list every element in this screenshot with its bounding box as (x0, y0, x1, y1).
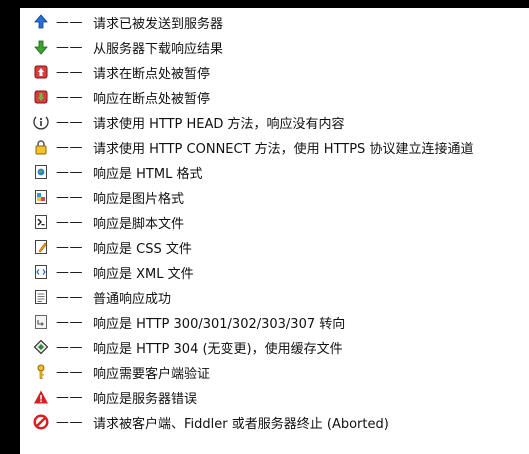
legend-text: 响应是 XML 文件 (93, 266, 194, 282)
legend-text: 响应是服务器错误 (93, 391, 198, 407)
separator: —— (56, 339, 83, 355)
separator: —— (56, 139, 83, 155)
legend-row: —— 响应是脚本文件 (20, 212, 184, 232)
aborted-icon (32, 413, 50, 431)
separator: —— (56, 14, 83, 30)
separator: —— (56, 164, 83, 180)
legend-text: 响应是 HTTP 304 (无变更)，使用缓存文件 (93, 341, 343, 357)
legend-text: 响应是 HTML 格式 (93, 166, 203, 182)
legend-row: —— 响应是图片格式 (20, 187, 184, 207)
legend-row: —— 响应是 HTML 格式 (20, 162, 202, 182)
lock-icon (32, 138, 50, 156)
legend-row: —— 从服务器下载响应结果 (20, 37, 223, 57)
legend-row: —— 普通响应成功 (20, 287, 171, 307)
legend-row: —— 响应需要客户端验证 (20, 362, 210, 382)
redirect-document-icon (32, 313, 50, 331)
legend-text: 请求使用 HTTP HEAD 方法，响应没有内容 (93, 116, 345, 132)
image-document-icon (32, 188, 50, 206)
legend-text: 请求使用 HTTP CONNECT 方法，使用 HTTPS 协议建立连接通道 (93, 141, 474, 157)
legend-row: —— 响应是服务器错误 (20, 387, 197, 407)
legend-text: 从服务器下载响应结果 (93, 41, 224, 57)
separator: —— (56, 414, 83, 430)
legend-row: —— 请求使用 HTTP CONNECT 方法，使用 HTTPS 协议建立连接通… (20, 137, 473, 157)
separator: —— (56, 189, 83, 205)
legend-row: —— 请求已被发送到服务器 (20, 12, 223, 32)
separator: —— (56, 89, 83, 105)
legend-row: —— 请求在断点处被暂停 (20, 62, 210, 82)
separator: —— (56, 114, 83, 130)
legend-row: —— 响应在断点处被暂停 (20, 87, 210, 107)
info-icon (32, 113, 50, 131)
up-arrow-icon (32, 13, 50, 31)
legend-row: —— 响应是 HTTP 304 (无变更)，使用缓存文件 (20, 337, 343, 357)
css-document-icon (32, 238, 50, 256)
legend-row: —— 响应是 HTTP 300/301/302/303/307 转向 (20, 312, 345, 332)
separator: —— (56, 239, 83, 255)
separator: —— (56, 39, 83, 55)
legend-text: 请求已被发送到服务器 (93, 16, 224, 32)
legend-text: 响应是 HTTP 300/301/302/303/307 转向 (93, 316, 346, 332)
separator: —— (56, 314, 83, 330)
separator: —— (56, 289, 83, 305)
request-breakpoint-icon (32, 63, 50, 81)
legend-row: —— 请求被客户端、Fiddler 或者服务器终止 (Aborted) (20, 412, 389, 432)
legend-text: 响应是脚本文件 (93, 216, 185, 232)
script-document-icon (32, 213, 50, 231)
key-icon (32, 363, 50, 381)
legend-text: 响应是图片格式 (93, 191, 185, 207)
separator: —— (56, 264, 83, 280)
legend-row: —— 请求使用 HTTP HEAD 方法，响应没有内容 (20, 112, 345, 132)
warning-icon (32, 388, 50, 406)
separator: —— (56, 64, 83, 80)
legend-text: 请求被客户端、Fiddler 或者服务器终止 (Aborted) (93, 416, 389, 432)
legend-row: —— 响应是 CSS 文件 (20, 237, 192, 257)
separator: —— (56, 389, 83, 405)
legend-text: 请求在断点处被暂停 (93, 66, 211, 82)
html-document-icon (32, 163, 50, 181)
legend-text: 响应是 CSS 文件 (93, 241, 192, 257)
separator: —— (56, 214, 83, 230)
xml-document-icon (32, 263, 50, 281)
legend-text: 响应需要客户端验证 (93, 366, 211, 382)
down-arrow-icon (32, 38, 50, 56)
plain-document-icon (32, 288, 50, 306)
legend-text: 普通响应成功 (93, 291, 172, 307)
legend-text: 响应在断点处被暂停 (93, 91, 211, 107)
response-breakpoint-icon (32, 88, 50, 106)
legend-row: —— 响应是 XML 文件 (20, 262, 194, 282)
legend-panel: —— 请求已被发送到服务器 —— 从服务器下载响应结果 —— 请求在断点处被暂停… (20, 8, 529, 454)
separator: —— (56, 364, 83, 380)
cache-diamond-icon (32, 338, 50, 356)
